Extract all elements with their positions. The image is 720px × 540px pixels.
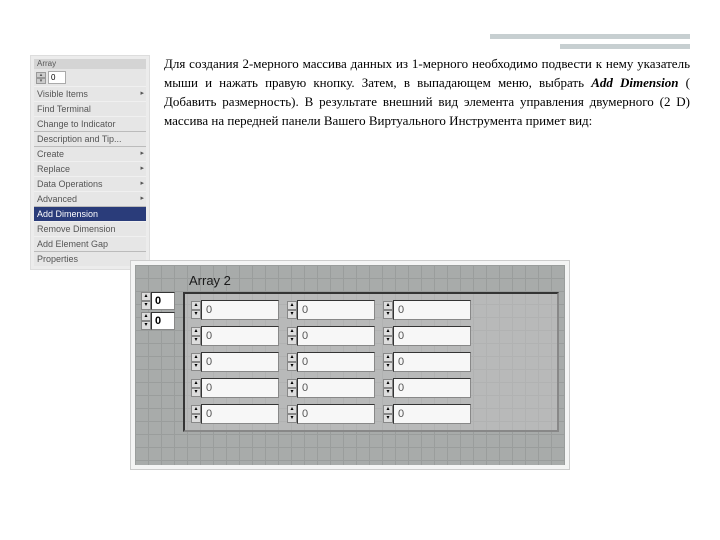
stepper-buttons[interactable]: ▴▾ (287, 301, 297, 319)
table-row: ▴▾0▴▾0▴▾0 (191, 378, 551, 398)
menu-item-7[interactable]: Advanced▸ (34, 191, 146, 206)
menu-item-8[interactable]: Add Dimension (34, 206, 146, 221)
table-row: ▴▾0▴▾0▴▾0 (191, 404, 551, 424)
submenu-arrow-icon: ▸ (140, 164, 144, 172)
menu-item-2[interactable]: Change to Indicator (34, 116, 146, 131)
array-cell-0-0[interactable]: ▴▾0 (191, 300, 279, 320)
cell-value[interactable]: 0 (297, 326, 375, 346)
index-field[interactable]: 0 (48, 71, 66, 84)
submenu-arrow-icon: ▸ (140, 89, 144, 97)
cell-value[interactable]: 0 (201, 378, 279, 398)
array-index-1[interactable]: ▴▾0 (141, 312, 175, 330)
menu-item-4[interactable]: Create▸ (34, 146, 146, 161)
description-text: Для создания 2-мерного массива данных из… (164, 55, 690, 270)
submenu-arrow-icon: ▸ (140, 194, 144, 202)
cell-value[interactable]: 0 (201, 352, 279, 372)
cell-value[interactable]: 0 (201, 326, 279, 346)
stepper-buttons[interactable]: ▴▾ (383, 379, 393, 397)
array-cell-1-1[interactable]: ▴▾0 (287, 326, 375, 346)
cell-value[interactable]: 0 (297, 378, 375, 398)
cell-value[interactable]: 0 (297, 300, 375, 320)
array-cell-3-0[interactable]: ▴▾0 (191, 378, 279, 398)
stepper-buttons[interactable]: ▴▾ (36, 72, 46, 84)
cell-value[interactable]: 0 (393, 326, 471, 346)
array-cell-0-1[interactable]: ▴▾0 (287, 300, 375, 320)
array-cell-4-2[interactable]: ▴▾0 (383, 404, 471, 424)
array-cell-4-1[interactable]: ▴▾0 (287, 404, 375, 424)
stepper-buttons[interactable]: ▴▾ (191, 405, 201, 423)
index-column: ▴▾0▴▾0 (141, 292, 175, 432)
index-value[interactable]: 0 (151, 292, 175, 310)
menu-item-5[interactable]: Replace▸ (34, 161, 146, 176)
array-cell-1-2[interactable]: ▴▾0 (383, 326, 471, 346)
array2-panel: Array 2 ▴▾0▴▾0 ▴▾0▴▾0▴▾0▴▾0▴▾0▴▾0▴▾0▴▾0▴… (130, 260, 570, 470)
content-row: Array ▴▾ 0 Visible Items▸Find TerminalCh… (30, 55, 690, 270)
menu-item-10[interactable]: Add Element Gap (34, 236, 146, 251)
stepper-buttons[interactable]: ▴▾ (191, 353, 201, 371)
cell-value[interactable]: 0 (297, 404, 375, 424)
stepper-buttons[interactable]: ▴▾ (383, 327, 393, 345)
stepper-buttons[interactable]: ▴▾ (383, 353, 393, 371)
table-row: ▴▾0▴▾0▴▾0 (191, 352, 551, 372)
stepper-buttons[interactable]: ▴▾ (383, 301, 393, 319)
table-row: ▴▾0▴▾0▴▾0 (191, 326, 551, 346)
decor-bar-1 (490, 34, 690, 39)
array-index-0[interactable]: ▴▾0 (141, 292, 175, 310)
context-menu-screenshot: Array ▴▾ 0 Visible Items▸Find TerminalCh… (30, 55, 150, 270)
menu-inner: Array ▴▾ 0 Visible Items▸Find TerminalCh… (34, 59, 146, 266)
cell-value[interactable]: 0 (393, 404, 471, 424)
array-cell-1-0[interactable]: ▴▾0 (191, 326, 279, 346)
cell-value[interactable]: 0 (297, 352, 375, 372)
front-panel-grid: Array 2 ▴▾0▴▾0 ▴▾0▴▾0▴▾0▴▾0▴▾0▴▾0▴▾0▴▾0▴… (135, 265, 565, 465)
stepper-buttons[interactable]: ▴▾ (191, 301, 201, 319)
array-body: ▴▾0▴▾0 ▴▾0▴▾0▴▾0▴▾0▴▾0▴▾0▴▾0▴▾0▴▾0▴▾0▴▾0… (141, 292, 559, 432)
table-row: ▴▾0▴▾0▴▾0 (191, 300, 551, 320)
stepper-buttons[interactable]: ▴▾ (287, 379, 297, 397)
array-cell-2-2[interactable]: ▴▾0 (383, 352, 471, 372)
stepper-buttons[interactable]: ▴▾ (191, 379, 201, 397)
cell-value[interactable]: 0 (393, 300, 471, 320)
array-data-frame: ▴▾0▴▾0▴▾0▴▾0▴▾0▴▾0▴▾0▴▾0▴▾0▴▾0▴▾0▴▾0▴▾0▴… (183, 292, 559, 432)
array-title: Array 2 (183, 271, 559, 290)
stepper-buttons[interactable]: ▴▾ (287, 405, 297, 423)
stepper-buttons[interactable]: ▴▾ (141, 292, 151, 310)
submenu-arrow-icon: ▸ (140, 179, 144, 187)
decor-bar-2 (560, 44, 690, 49)
para-command: Add Dimension (591, 75, 678, 90)
array-cell-3-2[interactable]: ▴▾0 (383, 378, 471, 398)
array-cell-0-2[interactable]: ▴▾0 (383, 300, 471, 320)
menu-item-1[interactable]: Find Terminal (34, 101, 146, 116)
stepper-buttons[interactable]: ▴▾ (141, 312, 151, 330)
submenu-arrow-icon: ▸ (140, 149, 144, 157)
menu-topbar: Array (34, 59, 146, 69)
menu-item-3[interactable]: Description and Tip... (34, 131, 146, 146)
array-cell-4-0[interactable]: ▴▾0 (191, 404, 279, 424)
stepper-buttons[interactable]: ▴▾ (191, 327, 201, 345)
cell-value[interactable]: 0 (201, 300, 279, 320)
stepper-buttons[interactable]: ▴▾ (287, 327, 297, 345)
cell-value[interactable]: 0 (201, 404, 279, 424)
menu-item-6[interactable]: Data Operations▸ (34, 176, 146, 191)
menu-item-0[interactable]: Visible Items▸ (34, 86, 146, 101)
stepper-buttons[interactable]: ▴▾ (383, 405, 393, 423)
cell-value[interactable]: 0 (393, 352, 471, 372)
cell-value[interactable]: 0 (393, 378, 471, 398)
array-cell-2-0[interactable]: ▴▾0 (191, 352, 279, 372)
stepper-buttons[interactable]: ▴▾ (287, 353, 297, 371)
array-cell-3-1[interactable]: ▴▾0 (287, 378, 375, 398)
index-stepper[interactable]: ▴▾ 0 (34, 69, 146, 86)
index-value[interactable]: 0 (151, 312, 175, 330)
menu-item-9[interactable]: Remove Dimension (34, 221, 146, 236)
array-cell-2-1[interactable]: ▴▾0 (287, 352, 375, 372)
